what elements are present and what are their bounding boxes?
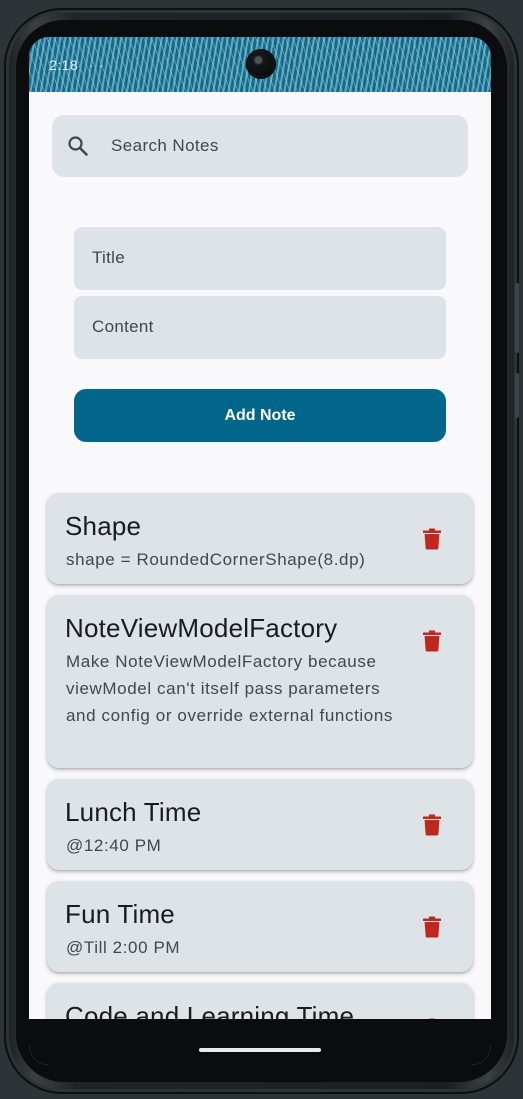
note-content: @12:40 PM (66, 836, 162, 855)
note-card[interactable]: NoteViewModelFactory Make NoteViewModelF… (47, 595, 473, 768)
add-note-button[interactable]: Add Note (74, 389, 446, 442)
home-indicator[interactable] (199, 1048, 321, 1052)
note-card[interactable]: Code and Learning Time (47, 983, 473, 1019)
delete-note-button[interactable] (421, 915, 443, 939)
volume-button (515, 373, 519, 418)
delete-note-button[interactable] (421, 629, 443, 653)
delete-note-button[interactable] (421, 527, 443, 551)
note-title: Shape (65, 511, 142, 541)
trash-icon (423, 916, 441, 938)
notes-content[interactable]: Search Notes Title Content Add Note Shap… (29, 92, 491, 1019)
note-content: @Till 2:00 PM (66, 938, 181, 957)
trash-icon (423, 630, 441, 652)
delete-note-button[interactable] (421, 813, 443, 837)
power-button (515, 283, 519, 353)
note-card[interactable]: Lunch Time @12:40 PM (47, 779, 473, 870)
status-time: 2:18 (49, 57, 79, 73)
note-title: Fun Time (65, 899, 175, 929)
content-placeholder: Content (92, 317, 154, 336)
content-field[interactable]: Content (74, 296, 446, 359)
search-input[interactable]: Search Notes (111, 136, 219, 156)
trash-icon (423, 814, 441, 836)
note-title: NoteViewModelFactory (65, 613, 338, 643)
note-title: Lunch Time (65, 797, 202, 827)
gesture-nav-bar (29, 1019, 491, 1065)
note-content: shape = RoundedCornerShape(8.dp) (66, 550, 366, 569)
search-bar[interactable]: Search Notes (52, 115, 468, 177)
title-placeholder: Title (92, 248, 125, 267)
note-title: Code and Learning Time (65, 1001, 355, 1019)
trash-icon (423, 528, 441, 550)
note-card[interactable]: Shape shape = RoundedCornerShape(8.dp) (47, 493, 473, 584)
note-card[interactable]: Fun Time @Till 2:00 PM (47, 881, 473, 972)
search-icon (66, 134, 90, 158)
status-info: 2:18 · · (49, 57, 103, 73)
title-field[interactable]: Title (74, 227, 446, 290)
status-indicators: · · (88, 57, 104, 73)
app-screen: 2:18 · · Search Notes Title Content Add … (29, 37, 491, 1065)
status-bar: 2:18 · · (29, 37, 491, 92)
note-content: Make NoteViewModelFactory because viewMo… (66, 652, 393, 725)
camera-cutout (248, 51, 274, 77)
